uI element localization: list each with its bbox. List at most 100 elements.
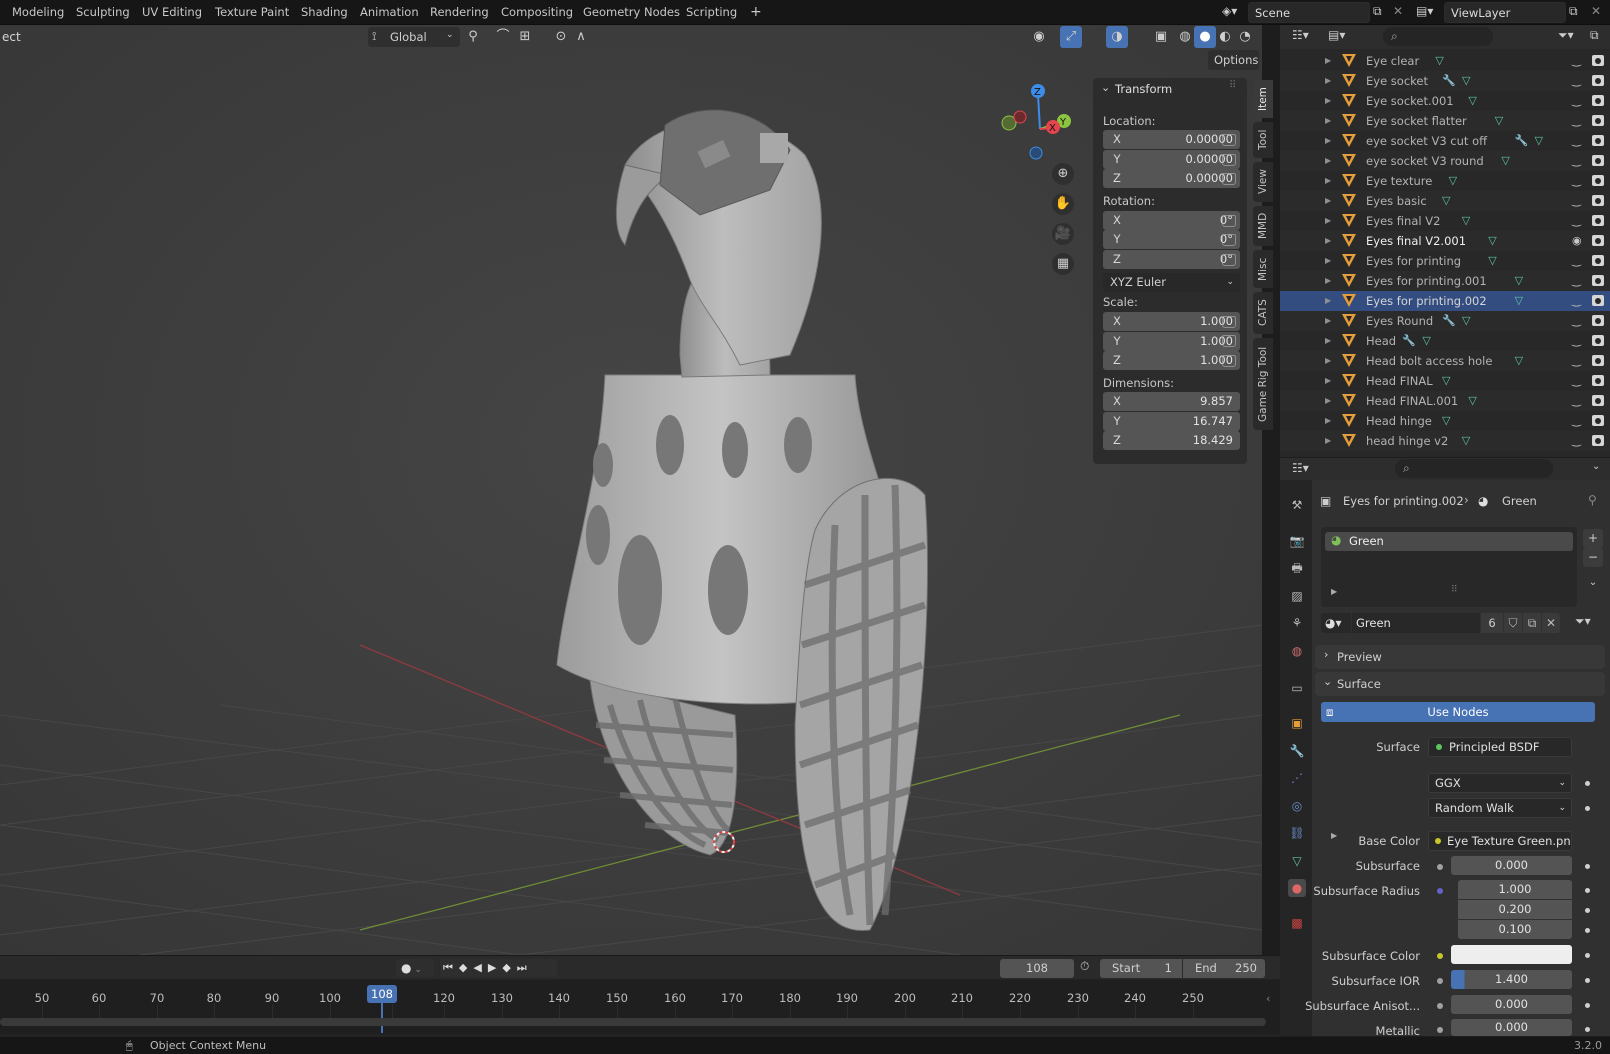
- subsurface-radius-z-field[interactable]: 0.100: [1458, 920, 1572, 939]
- end-frame-field[interactable]: End 250: [1183, 959, 1265, 978]
- mesh-data-icon[interactable]: ▽: [1515, 291, 1523, 311]
- expand-triangle-icon[interactable]: ▶: [1325, 251, 1331, 271]
- subsurface-radius-x-field[interactable]: 1.000: [1458, 880, 1572, 899]
- subsurface-field[interactable]: 0.000: [1451, 856, 1572, 875]
- remove-slot-button[interactable]: −: [1583, 548, 1603, 567]
- rotation-x-field[interactable]: X 0°: [1103, 211, 1240, 230]
- tab-rendering[interactable]: Rendering: [420, 0, 499, 25]
- render-camera-icon[interactable]: [1592, 115, 1604, 126]
- material-shading-icon[interactable]: ◐: [1214, 26, 1236, 48]
- render-camera-icon[interactable]: [1592, 355, 1604, 366]
- hidden-eye-icon[interactable]: ‿: [1572, 211, 1581, 231]
- play-reverse-icon[interactable]: ◀: [473, 961, 487, 974]
- filter-icon[interactable]: ⏷▾: [1558, 28, 1574, 43]
- scale-y-field[interactable]: Y 1.000: [1103, 332, 1240, 351]
- expand-triangle-icon[interactable]: ▶: [1325, 231, 1331, 251]
- scene-selector[interactable]: Scene: [1248, 2, 1370, 23]
- render-camera-icon[interactable]: [1592, 435, 1604, 446]
- tab-compositing[interactable]: Compositing: [491, 0, 583, 25]
- lock-icon[interactable]: [1222, 134, 1236, 146]
- camera-view-icon[interactable]: 🎥: [1052, 223, 1074, 245]
- world-icon[interactable]: ◍: [1288, 642, 1306, 660]
- render-camera-icon[interactable]: [1592, 335, 1604, 346]
- render-camera-icon[interactable]: [1592, 315, 1604, 326]
- tab-geometry-nodes[interactable]: Geometry Nodes: [573, 0, 690, 25]
- subsurface-anisotropy-field[interactable]: 0.000: [1451, 995, 1572, 1014]
- new-scene-icon[interactable]: ⧉: [1373, 4, 1382, 19]
- hidden-eye-icon[interactable]: ‿: [1572, 371, 1581, 391]
- material-slot-row[interactable]: ◕ Green: [1325, 532, 1573, 551]
- browse-material-icon[interactable]: ◕▾: [1321, 613, 1351, 633]
- hidden-eye-icon[interactable]: ‿: [1572, 291, 1581, 311]
- outliner-row[interactable]: ▶ Eye socket 🔧 ▽ ‿: [1280, 71, 1610, 91]
- keyframe-dot-icon[interactable]: [1585, 978, 1590, 983]
- rotation-y-field[interactable]: Y 0°: [1103, 230, 1240, 249]
- keyframe-dot-icon[interactable]: [1585, 806, 1590, 811]
- mesh-data-icon[interactable]: ▽: [1422, 331, 1430, 351]
- preview-section[interactable]: › Preview: [1315, 645, 1605, 669]
- modifier-wrench-icon[interactable]: 🔧: [1442, 311, 1456, 331]
- dimensions-y-field[interactable]: Y 16.747: [1103, 412, 1240, 431]
- outliner-row[interactable]: ▶ Eyes final V2 ▽ ‿: [1280, 211, 1610, 231]
- user-count[interactable]: 6: [1481, 613, 1503, 633]
- options-dropdown[interactable]: Options ⌄: [1208, 50, 1259, 89]
- editor-type-icon[interactable]: ☷▾: [1292, 28, 1309, 42]
- expand-triangle-icon[interactable]: ▶: [1325, 71, 1331, 91]
- expand-triangle-icon[interactable]: ▶: [1325, 131, 1331, 151]
- properties-search-input[interactable]: ⌕: [1395, 459, 1553, 478]
- keyframe-dot-icon[interactable]: [1585, 864, 1590, 869]
- expand-triangle-icon[interactable]: ▶: [1325, 271, 1331, 291]
- lock-icon[interactable]: [1222, 215, 1236, 227]
- location-x-field[interactable]: X 0.00000: [1103, 130, 1240, 149]
- outliner-row[interactable]: ▶ Eyes for printing ▽ ‿: [1280, 251, 1610, 271]
- stopwatch-icon[interactable]: ⏱: [1080, 959, 1089, 974]
- display-mode-icon[interactable]: ▤▾: [1328, 28, 1345, 42]
- output-icon[interactable]: 🖶: [1288, 559, 1306, 577]
- keyframe-dot-icon[interactable]: [1585, 953, 1590, 958]
- tab-modeling[interactable]: Modeling: [2, 0, 74, 25]
- outliner-row[interactable]: ▶ head hinge v2 ▽ ‿: [1280, 431, 1610, 451]
- playhead-frame-label[interactable]: 108: [367, 985, 397, 1003]
- hidden-eye-icon[interactable]: ‿: [1572, 171, 1581, 191]
- tab-item[interactable]: Item: [1253, 80, 1273, 118]
- outliner-row[interactable]: ▶ Eye socket flatter ▽ ‿: [1280, 111, 1610, 131]
- mesh-data-icon[interactable]: ▽: [1442, 411, 1450, 431]
- hidden-eye-icon[interactable]: ‿: [1572, 111, 1581, 131]
- hidden-eye-icon[interactable]: ‿: [1572, 151, 1581, 171]
- subsurface-method-dropdown[interactable]: Random Walk ⌄: [1428, 798, 1572, 818]
- expand-triangle-icon[interactable]: ▶: [1325, 351, 1331, 371]
- scale-z-field[interactable]: Z 1.000: [1103, 351, 1240, 370]
- object-icon[interactable]: ▣: [1288, 714, 1306, 732]
- expand-triangle-icon[interactable]: ▶: [1325, 291, 1331, 311]
- render-camera-icon[interactable]: [1592, 175, 1604, 186]
- mesh-data-icon[interactable]: ▽: [1468, 391, 1476, 411]
- solid-shading-icon[interactable]: ●: [1194, 26, 1216, 48]
- particles-icon[interactable]: ⋰: [1288, 769, 1306, 787]
- render-camera-icon[interactable]: [1592, 195, 1604, 206]
- keyframe-dot-icon[interactable]: [1585, 1003, 1590, 1008]
- zoom-icon[interactable]: ⊕: [1052, 163, 1074, 185]
- new-view-layer-icon[interactable]: ⧉: [1569, 4, 1578, 19]
- mesh-data-icon[interactable]: ▽: [1535, 131, 1543, 151]
- mode-selector[interactable]: ect: [2, 25, 21, 49]
- render-camera-icon[interactable]: [1592, 275, 1604, 286]
- unlink-icon[interactable]: ✕: [1542, 613, 1560, 633]
- outliner-row[interactable]: ▶ Head bolt access hole ▽ ‿: [1280, 351, 1610, 371]
- link-mode-icon[interactable]: ⏷▾: [1575, 614, 1591, 629]
- hidden-eye-icon[interactable]: ‿: [1572, 51, 1581, 71]
- modifier-wrench-icon[interactable]: 🔧: [1515, 131, 1529, 151]
- outliner-row[interactable]: ▶ Eye texture ▽ ‿: [1280, 171, 1610, 191]
- slot-specials-chevron-icon[interactable]: ⌄: [1583, 574, 1603, 593]
- outliner-row[interactable]: ▶ Head hinge ▽ ‿: [1280, 411, 1610, 431]
- expand-triangle-icon[interactable]: ▶: [1325, 311, 1331, 331]
- scene-icon[interactable]: ◈▾: [1222, 4, 1248, 21]
- keyframe-dot-icon[interactable]: [1585, 928, 1590, 933]
- render-camera-icon[interactable]: [1592, 295, 1604, 306]
- scale-x-field[interactable]: X 1.000: [1103, 312, 1240, 331]
- render-camera-icon[interactable]: [1592, 55, 1604, 66]
- outliner-row[interactable]: ▶ Eyes basic ▽ ‿: [1280, 191, 1610, 211]
- view-layer-selector[interactable]: ViewLayer: [1444, 2, 1566, 23]
- render-camera-icon[interactable]: [1592, 415, 1604, 426]
- outliner-row[interactable]: ▶ Head 🔧 ▽ ‿: [1280, 331, 1610, 351]
- hidden-eye-icon[interactable]: ‿: [1572, 131, 1581, 151]
